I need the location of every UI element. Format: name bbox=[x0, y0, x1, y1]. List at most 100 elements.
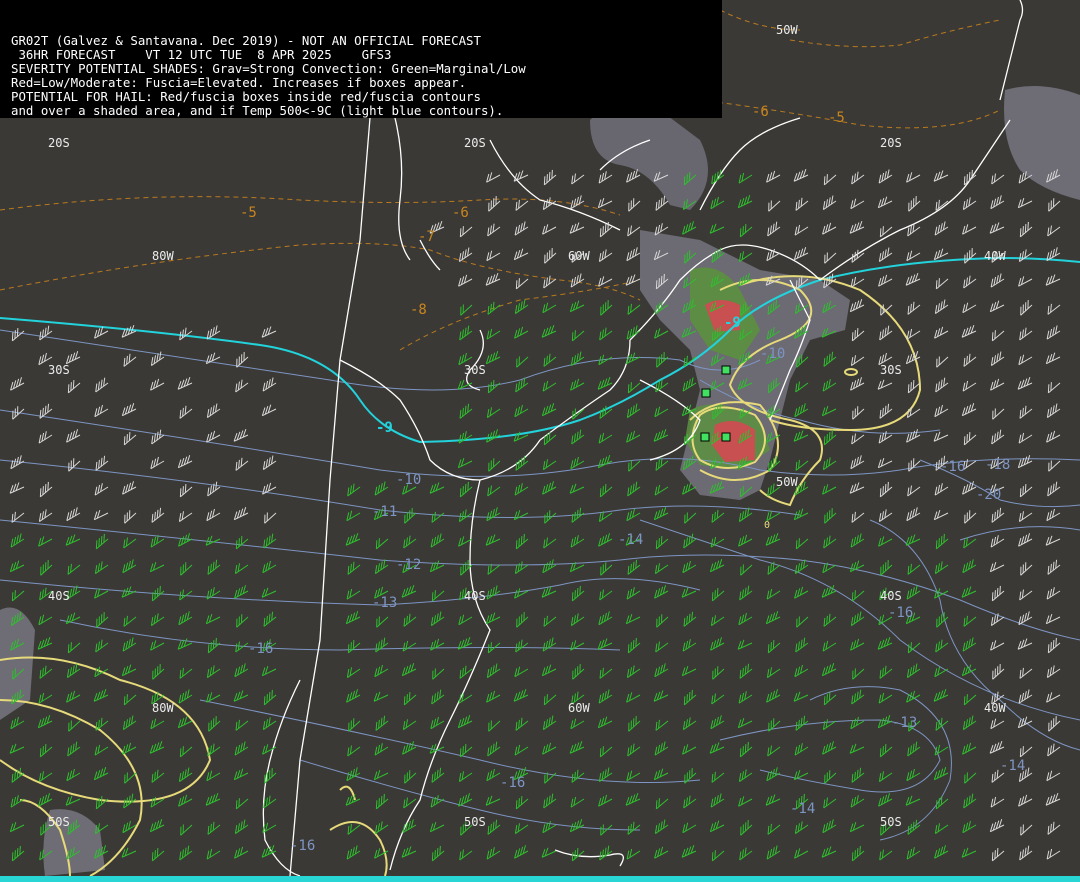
wind-barb bbox=[486, 250, 501, 262]
wind-barb bbox=[878, 692, 893, 704]
wind-barb bbox=[11, 511, 25, 523]
wind-barb bbox=[878, 536, 893, 547]
wind-barb bbox=[824, 252, 837, 264]
wind-barb bbox=[37, 715, 53, 729]
wind-barb bbox=[206, 665, 221, 678]
wind-barb bbox=[206, 403, 221, 418]
wind-barb bbox=[149, 740, 165, 754]
wind-barb bbox=[738, 534, 753, 547]
wind-barb bbox=[38, 771, 53, 782]
wind-barb bbox=[121, 847, 137, 858]
wind-barb bbox=[905, 272, 921, 286]
wind-barb bbox=[850, 611, 865, 626]
lon-label-60w: 60W bbox=[568, 701, 590, 715]
wind-barb bbox=[878, 793, 893, 807]
wind-barb bbox=[206, 692, 221, 703]
wind-barb bbox=[515, 199, 529, 211]
blue-contour-label: -14 bbox=[1000, 758, 1026, 774]
wind-barb bbox=[850, 377, 865, 391]
blue-contour-label: -16 bbox=[248, 641, 274, 657]
wind-barb bbox=[488, 196, 501, 212]
wind-barb bbox=[766, 248, 781, 262]
wind-barb bbox=[962, 715, 977, 730]
wind-barb bbox=[486, 328, 501, 340]
wind-barb bbox=[599, 589, 613, 601]
wind-barb bbox=[571, 769, 585, 783]
wind-barb bbox=[990, 535, 1005, 548]
wind-barb bbox=[179, 667, 193, 679]
wind-barb bbox=[739, 585, 753, 601]
wind-barb bbox=[795, 637, 809, 653]
wind-barb bbox=[542, 380, 557, 392]
wind-barb bbox=[767, 221, 781, 237]
wind-barb bbox=[768, 200, 781, 212]
wind-barb bbox=[738, 796, 753, 807]
wind-barb bbox=[234, 563, 249, 574]
wind-barb bbox=[513, 688, 529, 702]
wind-barb bbox=[1046, 770, 1061, 782]
wind-barb bbox=[626, 848, 641, 860]
wind-barb bbox=[879, 481, 893, 498]
wind-barb bbox=[123, 432, 137, 446]
wind-barb bbox=[962, 481, 977, 495]
wind-barb bbox=[95, 533, 109, 550]
wind-barb bbox=[541, 403, 557, 417]
wind-barb bbox=[905, 795, 921, 806]
wind-barb bbox=[907, 819, 921, 835]
wind-barb bbox=[906, 250, 921, 262]
wind-barb bbox=[989, 740, 1005, 754]
wind-barb bbox=[93, 767, 109, 781]
wind-barb bbox=[1019, 589, 1033, 601]
wind-barb bbox=[990, 718, 1005, 730]
wind-barb bbox=[263, 533, 277, 549]
wind-barb bbox=[1046, 848, 1061, 860]
wind-barb bbox=[541, 324, 557, 338]
wind-barb bbox=[654, 563, 669, 574]
wind-barb bbox=[656, 352, 669, 368]
wind-barb bbox=[739, 224, 753, 238]
wind-barb bbox=[458, 614, 473, 626]
wind-barb bbox=[877, 196, 893, 209]
wind-barb bbox=[122, 715, 137, 730]
wind-barb bbox=[879, 665, 893, 679]
wind-barb bbox=[597, 638, 613, 650]
lon-label-60w: 60W bbox=[568, 249, 590, 263]
wind-barb bbox=[205, 535, 221, 546]
wind-barb bbox=[626, 430, 641, 443]
wind-barb bbox=[263, 611, 277, 627]
wind-barb bbox=[485, 534, 501, 546]
wind-barb bbox=[122, 637, 137, 652]
wind-barb bbox=[1047, 743, 1061, 757]
wind-barb bbox=[990, 640, 1005, 651]
wind-barb bbox=[207, 637, 221, 654]
wind-barb bbox=[766, 845, 781, 860]
wind-barb bbox=[1046, 247, 1061, 262]
wind-barb bbox=[765, 794, 781, 806]
wind-barb bbox=[460, 560, 473, 576]
wind-barb bbox=[627, 821, 641, 835]
wind-barb bbox=[1018, 511, 1033, 522]
wind-barb bbox=[880, 560, 893, 576]
lat-label-40s: 40S bbox=[48, 589, 70, 603]
wind-barb bbox=[793, 508, 809, 521]
wind-barb bbox=[1017, 197, 1033, 209]
wind-barb bbox=[348, 718, 361, 732]
wind-barb bbox=[1046, 508, 1061, 522]
wind-barb bbox=[961, 847, 977, 858]
wind-barb bbox=[626, 665, 641, 678]
wind-barbs bbox=[9, 168, 1061, 862]
wind-barb bbox=[1045, 352, 1061, 365]
header-title-line: GR02T (Galvez & Santavana. Dec 2019) - N… bbox=[11, 33, 481, 48]
wind-barb bbox=[821, 846, 837, 858]
wind-barb bbox=[626, 587, 641, 600]
wind-barb bbox=[627, 637, 641, 654]
wind-barb bbox=[515, 278, 529, 290]
wind-barb bbox=[823, 351, 837, 367]
wind-barb bbox=[38, 793, 53, 807]
wind-barb bbox=[599, 845, 613, 861]
wind-barb bbox=[880, 304, 893, 316]
wind-barb bbox=[236, 352, 249, 368]
hail-box bbox=[700, 432, 710, 442]
wind-barb bbox=[401, 846, 417, 858]
wind-barb bbox=[934, 823, 949, 834]
